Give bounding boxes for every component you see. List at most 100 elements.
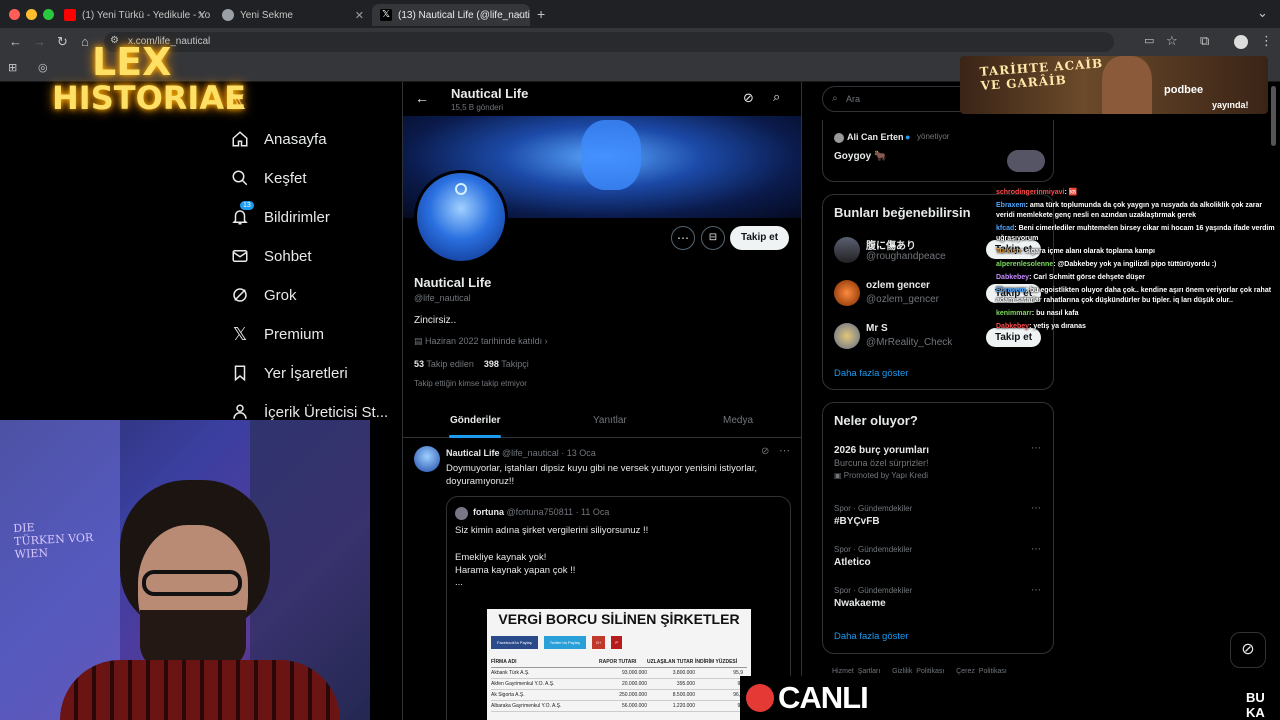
profile-bio: Zincirsiz.. — [414, 315, 457, 326]
community-card[interactable]: Ali Can Erten ● yönetiyor Goygoy 🐂 — [822, 120, 1054, 182]
chat-username: Dabkebey — [996, 323, 1030, 330]
youtube-icon — [64, 9, 76, 21]
suggestion-name: ozlem gencer — [866, 280, 930, 291]
follow-button[interactable]: Takip et — [730, 226, 790, 250]
chat-text: : yetiş ya dıranas — [1029, 323, 1086, 330]
show-more-link[interactable]: Daha fazla göster — [834, 368, 908, 379]
chat-message: Dabkebey: yetiş ya dıranas — [996, 322, 1278, 332]
tweet-date[interactable]: · 13 Oca — [561, 448, 596, 458]
share-buttons: Facebook'ta Paylaş Twitter'da Paylaş G+ … — [491, 636, 623, 649]
close-window-button[interactable] — [9, 9, 20, 20]
trend-item[interactable]: 2026 burç yorumları Burcuna özel sürpriz… — [834, 445, 1044, 480]
quote-date: · 11 Oca — [575, 507, 610, 517]
extensions-icon[interactable]: ⧉ — [1200, 33, 1209, 49]
nav-explore[interactable]: Keşfet — [230, 163, 307, 193]
profile-avatar[interactable] — [414, 170, 508, 264]
trend-item[interactable]: Spor · Gündemdekiler #BYÇvFB — [834, 504, 1044, 527]
search-icon[interactable]: ⌕ — [773, 89, 780, 105]
more-icon[interactable]: ⋯ — [1031, 503, 1041, 514]
more-icon[interactable]: ⋯ — [1031, 544, 1041, 555]
quote-image[interactable]: VERGİ BORCU SİLİNEN ŞİRKETLER Facebook't… — [487, 609, 751, 720]
menu-icon[interactable]: ⋮ — [1260, 33, 1273, 49]
apps-icon[interactable]: ⊞ — [8, 61, 17, 74]
tweet-author[interactable]: Nautical Life — [446, 448, 500, 458]
chevron-down-icon[interactable]: ⌄ — [1257, 5, 1268, 21]
close-tab-icon[interactable]: ✕ — [515, 9, 524, 22]
nav-notifications[interactable]: 13 Bildirimler — [230, 201, 330, 232]
quote-line1: Siz kimin adına şirket vergilerini siliy… — [455, 525, 649, 536]
more-icon[interactable]: ⋯ — [779, 444, 790, 457]
podcast-banner: TARİHTE ACAİB VE GARÂİB podbee yayında! — [960, 56, 1268, 114]
tweet-handle[interactable]: @life_nautical — [502, 448, 559, 458]
back-arrow-icon[interactable]: ← — [415, 90, 429, 106]
trend-subtitle: Burcuna özel sürprizler! — [834, 458, 929, 468]
table-cell: Ak Sigorta A.Ş. — [491, 692, 525, 698]
tab-media[interactable]: Medya — [723, 415, 753, 426]
quote-header: fortuna @fortuna750811 · 11 Oca — [473, 507, 609, 517]
nav-home[interactable]: Anasayfa — [230, 124, 327, 154]
webcam-video: DIE TÜRKEN VOR WIEN — [0, 420, 370, 720]
more-icon[interactable]: ⋯ — [1031, 585, 1041, 596]
image-title: VERGİ BORCU SİLİNEN ŞİRKETLER — [498, 611, 740, 627]
browser-tab[interactable]: Yeni Sekme ✕ — [214, 4, 370, 26]
maximize-window-button[interactable] — [43, 9, 54, 20]
browser-tab-active[interactable]: 𝕏 (13) Nautical Life (@life_nauti ✕ — [372, 4, 530, 26]
table-cell: 8.500.000 — [672, 692, 695, 698]
tab-posts[interactable]: Gönderiler — [450, 415, 501, 426]
scrollbar[interactable] — [1271, 86, 1276, 146]
image-table-header: FİRMA ADI RAPOR TUTARI UZLAŞILAN TUTAR İ… — [491, 659, 747, 668]
home-icon[interactable]: ⌂ — [81, 34, 89, 49]
tab-replies[interactable]: Yanıtlar — [593, 415, 627, 426]
show-more-link[interactable]: Daha fazla göster — [834, 631, 908, 642]
person-icon — [230, 402, 250, 422]
verified-icon: ● — [905, 132, 911, 142]
table-cell: 3.800.000 — [672, 670, 695, 676]
trend-item[interactable]: Spor · Gündemdekiler Atletico — [834, 545, 1044, 568]
grok-icon[interactable]: ⊘ — [761, 446, 769, 457]
minimize-window-button[interactable] — [26, 9, 37, 20]
bookmark-star-icon[interactable]: ☆ — [1166, 33, 1178, 49]
cast-icon[interactable]: ▭ — [1144, 34, 1154, 47]
trend-promo: ▣ Promoted by Yapı Kredi — [834, 471, 928, 480]
quote-line4: ... — [455, 577, 463, 588]
new-tab-icon[interactable]: + — [537, 6, 545, 22]
address-bar[interactable]: ⚙ x.com/life_nautical — [104, 32, 1114, 52]
more-icon[interactable]: ⋯ — [1031, 443, 1041, 454]
nav-messages[interactable]: Sohbet — [230, 241, 312, 271]
profile-avatar[interactable] — [1234, 35, 1248, 49]
globe-icon[interactable]: ◎ — [38, 61, 48, 74]
nav-grok[interactable]: Grok — [230, 280, 297, 310]
person-shirt — [60, 660, 340, 720]
footer-link[interactable]: Çerez Politikası — [956, 668, 1007, 675]
close-tab-icon[interactable]: ✕ — [355, 9, 364, 22]
nav-bookmarks[interactable]: Yer İşaretleri — [230, 358, 348, 388]
chat-username: Dabkebey — [996, 274, 1030, 281]
quote-handle: @fortuna750811 — [506, 507, 574, 517]
toolbar: ← → ↻ ⌂ ⚙ x.com/life_nautical ▭ ☆ ⧉ ⋮ — [0, 28, 1280, 56]
reload-icon[interactable]: ↻ — [57, 34, 68, 50]
trend-item[interactable]: Spor · Gündemdekiler Nwakaeme — [834, 586, 1044, 609]
chat-username: schrodingerinmiyavi — [996, 189, 1065, 196]
footer-link[interactable]: Hizmet Şartları — [832, 668, 880, 675]
close-tab-icon[interactable]: ✕ — [197, 9, 206, 22]
suggestion-handle: @MrReality_Check — [866, 337, 953, 348]
followers-count[interactable]: 398 — [484, 359, 499, 369]
table-cell: 20.000.000 — [621, 681, 647, 687]
notification-badge: 13 — [240, 201, 254, 210]
community-avatar — [834, 133, 844, 143]
quote-line3: Harama kaynak yapan çok !! — [455, 565, 576, 576]
following-label[interactable]: Takip edilen — [426, 359, 474, 369]
tweet-avatar[interactable] — [414, 446, 440, 472]
forward-icon[interactable]: → — [33, 34, 46, 49]
more-options-button[interactable]: ⋯ — [671, 226, 695, 250]
gift-icon[interactable]: ⊟ — [701, 226, 725, 250]
browser-tab[interactable]: (1) Yeni Türkü - Yedikule - Yo ✕ — [56, 4, 212, 26]
nav-premium[interactable]: 𝕏 Premium — [230, 319, 324, 349]
followers-label[interactable]: Takipçi — [501, 359, 529, 369]
nav-label: Sohbet — [264, 247, 312, 265]
footer-link[interactable]: Gizlilik Politikası — [892, 668, 944, 675]
back-icon[interactable]: ← — [9, 34, 22, 49]
following-count[interactable]: 53 — [414, 359, 424, 369]
grok-floating-button[interactable]: ⊘ — [1230, 632, 1266, 668]
grok-icon[interactable]: ⊘ — [743, 90, 754, 106]
